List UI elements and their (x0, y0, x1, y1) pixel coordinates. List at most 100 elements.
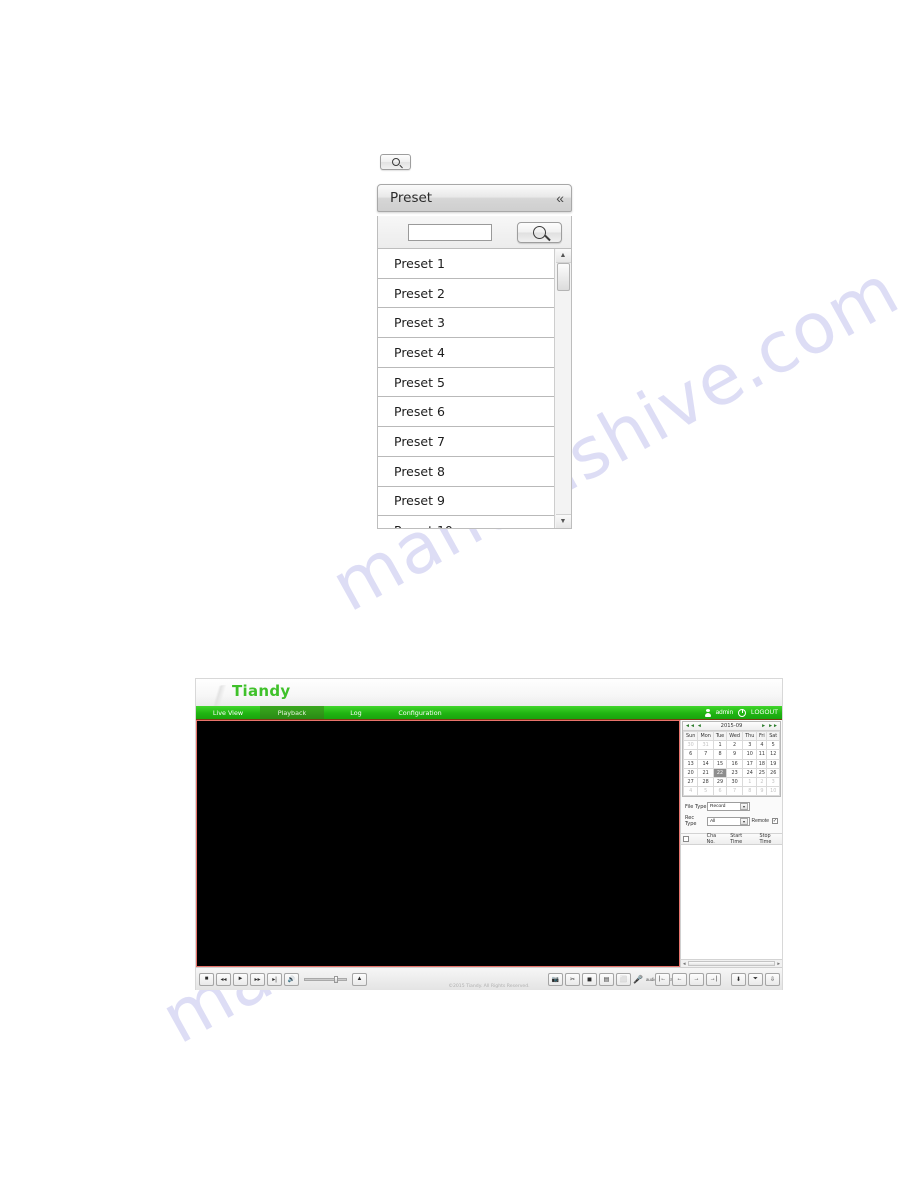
arrow-left-icon[interactable]: ◄ (697, 722, 702, 730)
logout-button[interactable]: LOGOUT (751, 709, 778, 716)
clip-button[interactable]: ✂ (565, 972, 580, 986)
calendar-day-cell[interactable]: 24 (742, 767, 758, 778)
record-table-body[interactable] (681, 845, 782, 959)
snapshot-button[interactable]: 📷 (548, 972, 563, 986)
calendar-day-cell[interactable]: 18 (756, 758, 768, 769)
calendar-day-cell[interactable]: 9 (726, 749, 744, 760)
calendar-day-cell[interactable]: 20 (682, 767, 699, 778)
calendar-table[interactable]: Sun Mon Tue Wed Thu Fri Sat 30 31 1 2 3 4 5 6 7 8 9 10 11 1… (682, 730, 780, 797)
first-frame-button[interactable]: |← (655, 972, 670, 986)
play-button[interactable]: ► (233, 972, 248, 986)
preset-list-item[interactable]: Preset 9 (378, 486, 554, 517)
calendar-day-cell[interactable]: 29 (713, 776, 728, 788)
calendar-day-cell[interactable]: 17 (742, 758, 758, 769)
calendar-day-cell[interactable]: 8 (713, 749, 728, 760)
prev-frame-button[interactable]: ← (672, 972, 687, 986)
calendar-day-cell[interactable]: 4 (756, 740, 768, 751)
calendar-day-cell[interactable]: 7 (726, 786, 744, 797)
preset-list-item[interactable]: Preset 3 (378, 308, 554, 339)
calendar-day-cell[interactable]: 1 (713, 740, 728, 751)
tab-playback[interactable]: Playback (260, 706, 324, 719)
calendar-day-cell[interactable]: 23 (726, 767, 744, 778)
calendar-day-cell[interactable]: 6 (682, 749, 699, 760)
calendar-day-cell[interactable]: 1 (742, 776, 758, 788)
calendar-day-cell[interactable]: 26 (766, 767, 780, 778)
calendar-day-cell[interactable]: 2 (756, 776, 768, 788)
preset-list-item[interactable]: Preset 6 (378, 397, 554, 428)
calendar-day-cell[interactable]: 28 (697, 776, 715, 788)
volume-icon[interactable]: 🔊 (284, 972, 299, 986)
preset-list-item[interactable]: Preset 4 (378, 338, 554, 368)
calendar-day-cell[interactable]: 30 (726, 776, 744, 788)
rec-type-select[interactable]: All ▾ (707, 816, 750, 826)
scrollbar-thumb[interactable] (557, 263, 570, 291)
preset-list-item[interactable]: Preset 8 (378, 456, 554, 487)
calendar-day-cell[interactable]: 2 (726, 740, 744, 751)
next-frame-button[interactable]: → (689, 972, 704, 986)
triangle-up-icon[interactable]: ▲ (555, 249, 571, 263)
preset-list-item[interactable]: Preset 1 (378, 249, 554, 279)
calendar-day-cell[interactable]: 5 (766, 740, 780, 751)
video-display-area[interactable] (196, 720, 680, 967)
triangle-down-icon[interactable]: ▼ (555, 514, 571, 528)
calendar-day-cell[interactable]: 19 (766, 758, 780, 769)
arrow-right-icon[interactable]: ► (761, 722, 766, 730)
arrow-right-icon[interactable]: ► (777, 961, 781, 966)
calendar-day-cell[interactable]: 8 (742, 786, 758, 797)
calendar-day-cell[interactable]: 5 (697, 786, 715, 797)
double-arrow-right-icon[interactable]: ►► (768, 722, 778, 730)
download-selected-button[interactable]: ⏷ (748, 972, 763, 986)
chevron-double-left-icon[interactable]: « (556, 190, 564, 206)
chevron-down-icon[interactable]: ▾ (740, 817, 748, 825)
calendar-day-cell[interactable]: 25 (756, 767, 768, 778)
calendar-day-cell[interactable]: 7 (697, 749, 715, 760)
download-all-button[interactable]: ⇩ (765, 972, 780, 986)
calendar-day-cell[interactable]: 11 (756, 749, 768, 760)
preset-list-item[interactable]: Preset 2 (378, 278, 554, 309)
eject-button[interactable]: ▲ (352, 972, 367, 986)
calendar-day-cell[interactable]: 3 (766, 776, 780, 788)
step-button[interactable]: ▸| (267, 972, 282, 986)
stop-button[interactable]: ■ (199, 972, 214, 986)
calendar-day-cell[interactable]: 16 (726, 758, 744, 769)
small-search-button[interactable] (380, 154, 411, 170)
preset-list-item[interactable]: Preset 7 (378, 427, 554, 457)
calendar-day-cell[interactable]: 4 (682, 786, 699, 797)
preset-list-scrollbar[interactable]: ▲ ▼ (554, 249, 571, 528)
record-button[interactable]: ◼ (582, 972, 597, 986)
calendar-day-cell[interactable]: 22 (713, 767, 728, 778)
calendar-day-cell[interactable]: 27 (682, 776, 699, 788)
remote-checkbox[interactable]: ✓ (772, 818, 778, 825)
calendar-day-cell[interactable]: 31 (697, 740, 715, 751)
audio-talk-icon[interactable]: 🎤 (633, 975, 643, 984)
fast-forward-button[interactable]: ▸▸ (250, 972, 265, 986)
select-all-checkbox[interactable] (683, 836, 689, 843)
list-button[interactable]: ▤ (599, 972, 614, 986)
preset-list-item[interactable]: Preset 5 (378, 367, 554, 398)
calendar-day-cell[interactable]: 14 (697, 758, 715, 769)
download-button[interactable]: ⬇ (731, 972, 746, 986)
preset-search-button[interactable] (517, 221, 562, 243)
file-type-select[interactable]: Record ▾ (707, 802, 750, 812)
arrow-left-icon[interactable]: ◄ (682, 961, 686, 966)
calendar-day-cell[interactable]: 10 (766, 786, 780, 797)
tab-log[interactable]: Log (324, 706, 388, 719)
last-frame-button[interactable]: →| (706, 972, 721, 986)
tab-live-view[interactable]: Live View (196, 706, 260, 719)
rewind-button[interactable]: ◂◂ (216, 972, 231, 986)
preset-list[interactable]: Preset 1 Preset 2 Preset 3 Preset 4 Preset 5… (378, 249, 554, 528)
calendar-day-cell[interactable]: 6 (713, 786, 728, 797)
double-arrow-left-icon[interactable]: ◄◄ (685, 722, 695, 730)
calendar-day-cell[interactable]: 21 (697, 767, 715, 778)
calendar-day-cell[interactable]: 10 (742, 749, 758, 760)
calendar-day-cell[interactable]: 12 (766, 749, 780, 760)
calendar-day-cell[interactable]: 15 (713, 758, 728, 769)
volume-slider[interactable] (304, 976, 347, 983)
fullscreen-button[interactable]: ⬜ (616, 972, 631, 986)
calendar-day-cell[interactable]: 30 (682, 740, 699, 751)
tab-configuration[interactable]: Configuration (388, 706, 452, 719)
hscrollbar-thumb[interactable] (688, 961, 775, 966)
record-table-hscrollbar[interactable]: ◄ ► (681, 959, 782, 967)
preset-list-item[interactable]: Preset 10 (378, 516, 554, 528)
preset-search-input[interactable] (408, 223, 492, 241)
